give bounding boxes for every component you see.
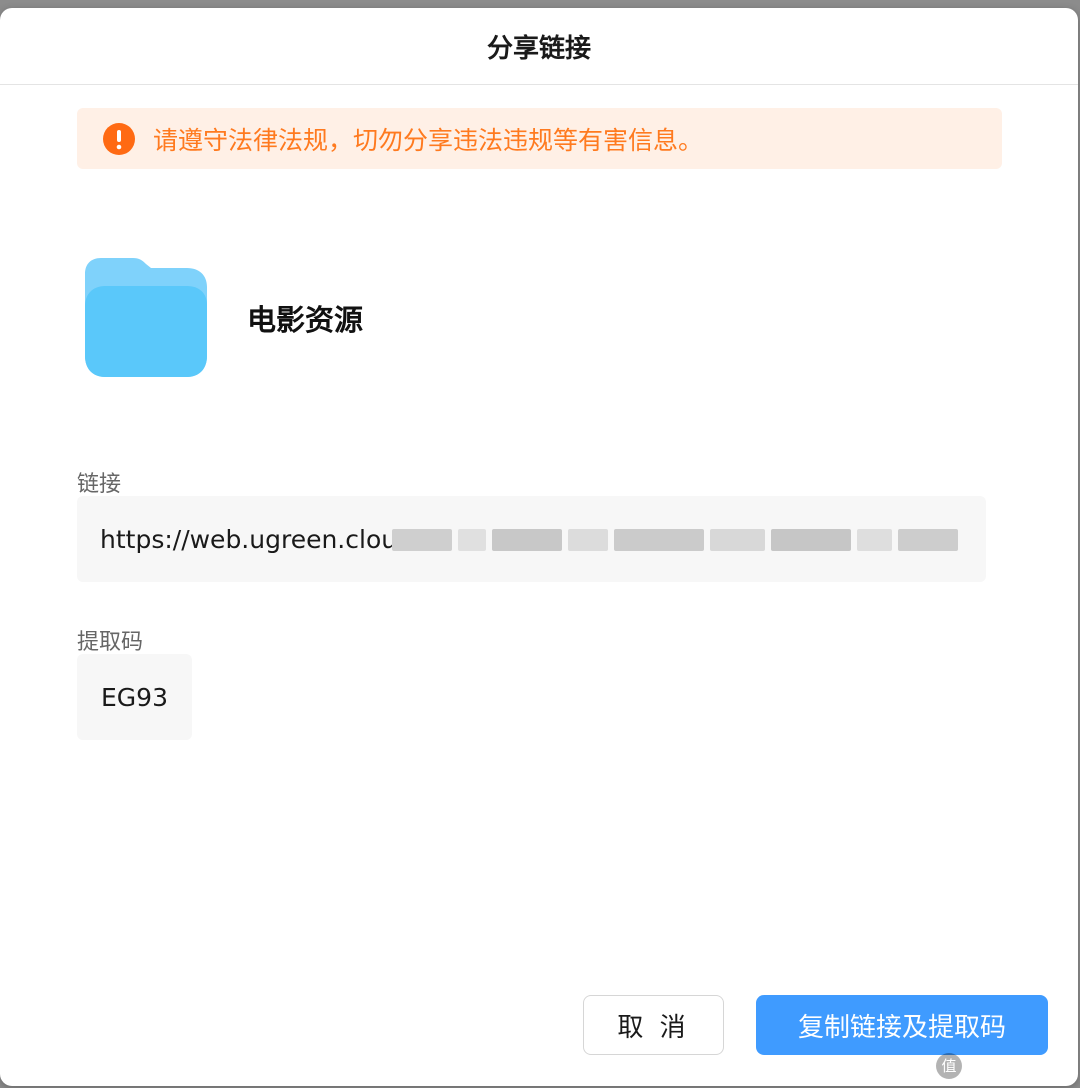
link-value[interactable]: https://web.ugreen.cloud — [100, 525, 413, 554]
warning-banner: 请遵守法律法规，切勿分享违法违规等有害信息。 — [77, 108, 1002, 169]
watermark-badge: 值 — [936, 1052, 962, 1079]
copy-link-and-code-button[interactable]: 复制链接及提取码 — [756, 995, 1048, 1055]
dialog-title: 分享链接 — [486, 33, 591, 64]
warning-text: 请遵守法律法规，切勿分享违法违规等有害信息。 — [153, 125, 704, 155]
link-field[interactable]: https://web.ugreen.cloud — [77, 496, 986, 582]
redacted-link-blur — [392, 524, 962, 556]
cancel-button[interactable]: 取 消 — [583, 995, 724, 1055]
folder-icon — [85, 258, 207, 377]
exclamation-circle-icon — [103, 122, 135, 155]
watermark: 值 什么值得买 — [936, 1051, 1068, 1080]
folder-name: 电影资源 — [247, 303, 364, 337]
code-value[interactable]: EG93 — [101, 683, 168, 712]
link-label: 链接 — [77, 472, 122, 497]
shared-item: 电影资源 — [85, 256, 363, 380]
code-field[interactable]: EG93 — [77, 654, 192, 740]
code-label: 提取码 — [77, 630, 144, 655]
share-link-dialog: 分享链接 请遵守法律法规，切勿分享违法违规等有害信息。 电影资源 链接 http… — [0, 8, 1078, 1086]
watermark-text: 什么值得买 — [968, 1055, 1068, 1079]
dialog-header: 分享链接 — [0, 8, 1078, 85]
